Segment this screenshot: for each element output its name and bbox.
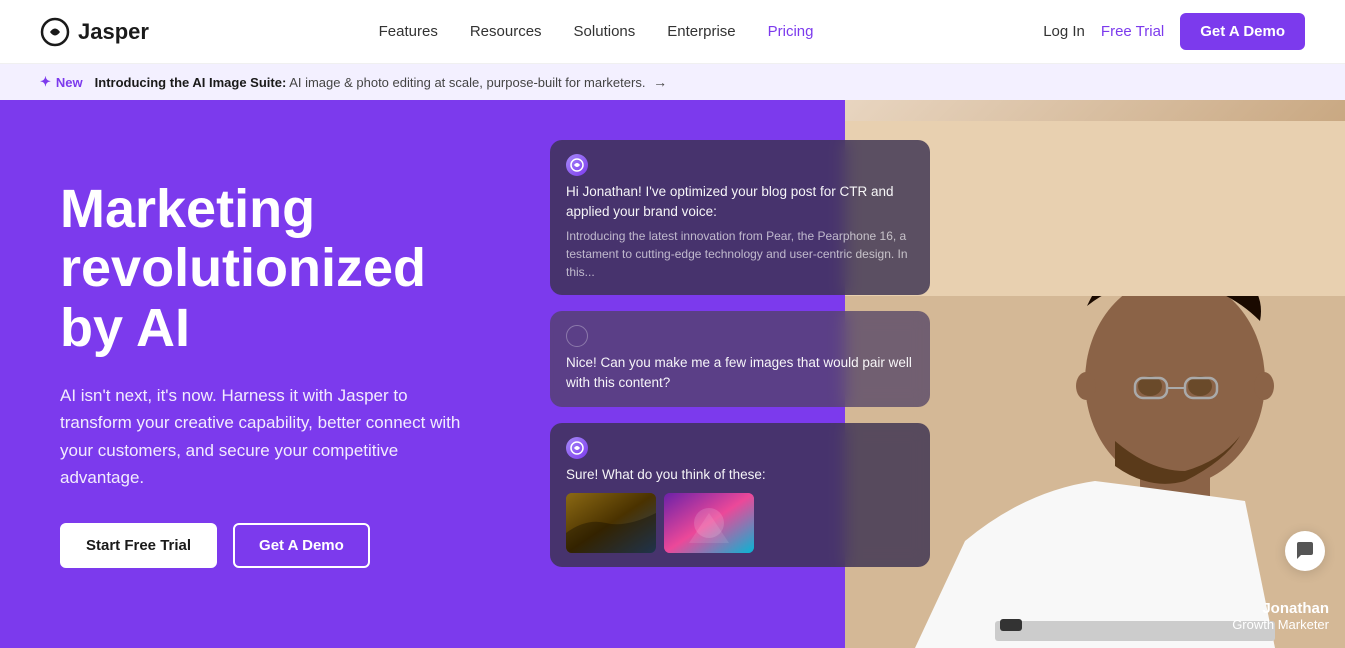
- jasper-avatar-3: [566, 437, 588, 459]
- chat-images: [566, 493, 914, 553]
- chat-bubble-1: Hi Jonathan! I've optimized your blog po…: [550, 140, 930, 295]
- hero-right: Jonathan Growth Marketer Hi Jonathan! I'…: [520, 100, 1345, 648]
- logo[interactable]: Jasper: [40, 17, 149, 47]
- person-name: Jonathan: [1232, 600, 1329, 617]
- get-demo-hero-button[interactable]: Get A Demo: [233, 523, 370, 568]
- chat-widget-button[interactable]: [1285, 531, 1325, 571]
- user-avatar: [566, 325, 588, 347]
- hero-subtitle: AI isn't next, it's now. Harness it with…: [60, 382, 480, 491]
- navbar: Jasper Features Resources Solutions Ente…: [0, 0, 1345, 64]
- person-title: Growth Marketer: [1232, 617, 1329, 632]
- jasper-logo-icon: [40, 17, 70, 47]
- chat-bubble-3-text: Sure! What do you think of these:: [566, 465, 914, 485]
- sparkle-icon: ✦: [40, 74, 51, 90]
- chat-bubble-2: Nice! Can you make me a few images that …: [550, 311, 930, 408]
- hero-buttons: Start Free Trial Get A Demo: [60, 523, 480, 568]
- nav-link-enterprise[interactable]: Enterprise: [667, 23, 735, 40]
- chat-bubble-1-header: [566, 154, 914, 176]
- chat-bubble-1-text: Hi Jonathan! I've optimized your blog po…: [566, 182, 914, 223]
- chat-image-1: [566, 493, 656, 553]
- announcement-arrow[interactable]: →: [653, 74, 667, 90]
- nav-link-pricing[interactable]: Pricing: [768, 23, 814, 40]
- chat-bubble-2-header: [566, 325, 914, 347]
- hero-left: Marketing revolutionized by AI AI isn't …: [0, 100, 520, 648]
- announcement-bar: ✦ New Introducing the AI Image Suite: AI…: [0, 64, 1345, 100]
- start-free-trial-button[interactable]: Start Free Trial: [60, 523, 217, 568]
- logo-text: Jasper: [78, 19, 149, 45]
- hero-title: Marketing revolutionized by AI: [60, 180, 480, 358]
- chat-bubble-2-text: Nice! Can you make me a few images that …: [566, 353, 914, 394]
- announcement-new-badge: ✦ New: [40, 74, 83, 90]
- jasper-avatar-1: [566, 154, 588, 176]
- chat-bubble-3: Sure! What do you think of these:: [550, 423, 930, 567]
- nav-actions: Log In Free Trial Get A Demo: [1043, 13, 1305, 50]
- login-button[interactable]: Log In: [1043, 23, 1085, 40]
- person-label: Jonathan Growth Marketer: [1232, 600, 1329, 632]
- get-demo-nav-button[interactable]: Get A Demo: [1180, 13, 1305, 50]
- hero-section: Marketing revolutionized by AI AI isn't …: [0, 100, 1345, 648]
- announcement-text: Introducing the AI Image Suite: AI image…: [95, 74, 667, 90]
- chat-bubbles: Hi Jonathan! I've optimized your blog po…: [550, 140, 930, 567]
- free-trial-nav-button[interactable]: Free Trial: [1101, 23, 1164, 40]
- nav-links: Features Resources Solutions Enterprise …: [379, 23, 814, 40]
- nav-link-resources[interactable]: Resources: [470, 23, 542, 40]
- chat-image-2: [664, 493, 754, 553]
- chat-bubble-1-subtext: Introducing the latest innovation from P…: [566, 227, 914, 281]
- nav-link-features[interactable]: Features: [379, 23, 438, 40]
- chat-bubble-3-header: [566, 437, 914, 459]
- nav-link-solutions[interactable]: Solutions: [574, 23, 636, 40]
- chat-icon: [1295, 541, 1315, 561]
